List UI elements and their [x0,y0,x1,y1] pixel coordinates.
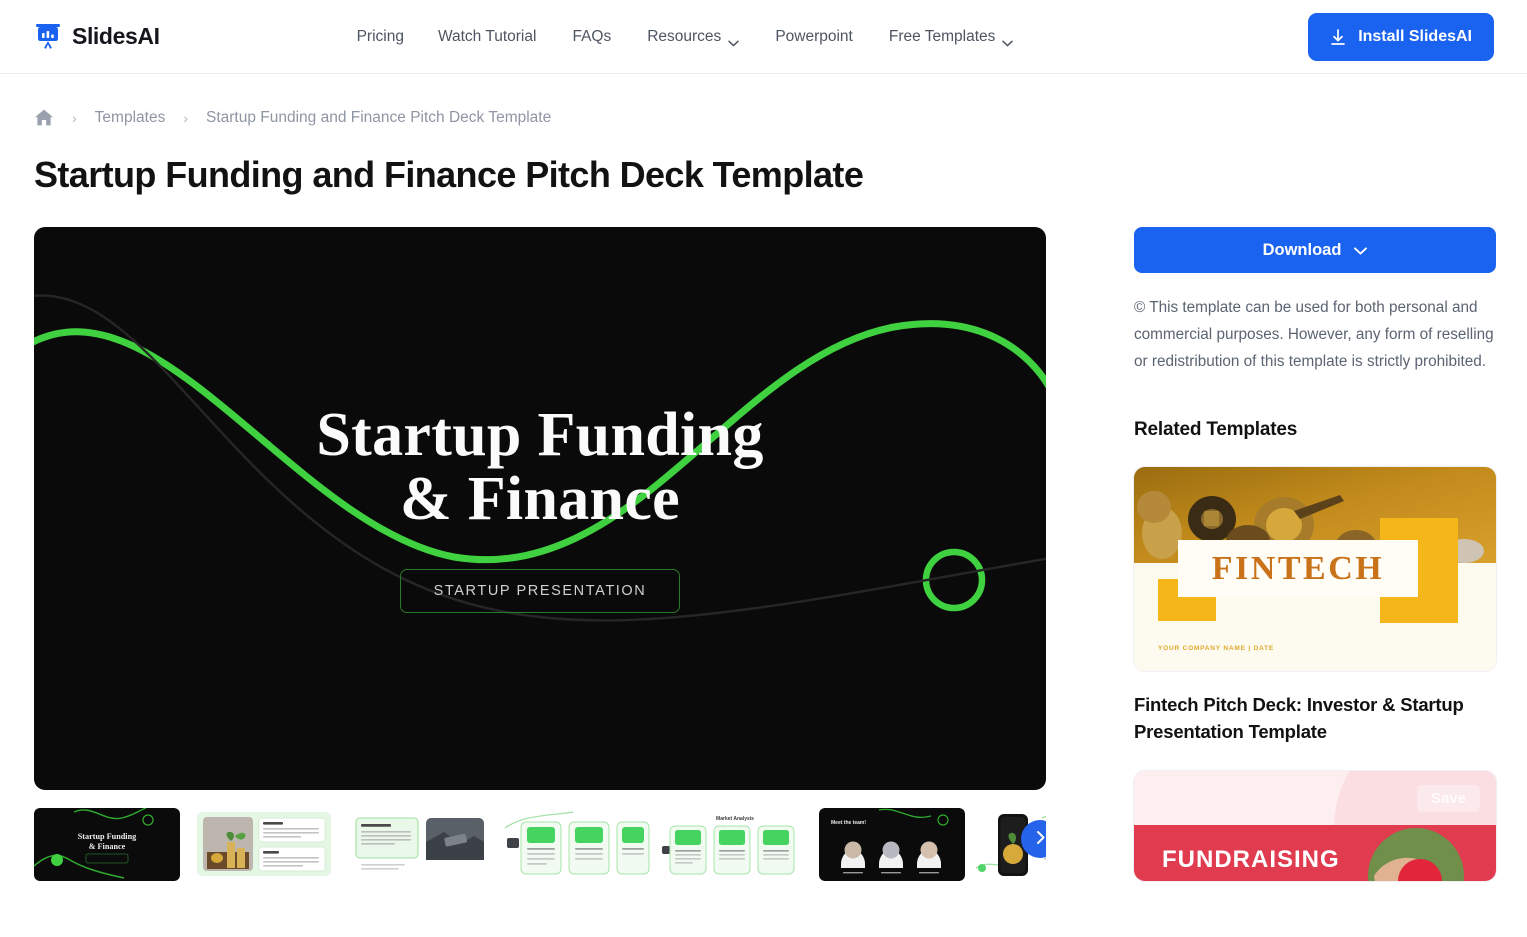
install-slidesai-button[interactable]: Install SlidesAI [1308,13,1494,61]
nav-label: Watch Tutorial [437,27,537,45]
save-button[interactable]: Save [1416,785,1480,813]
main-nav: Pricing Watch Tutorial FAQs Resources Po… [357,27,1047,47]
page-title: Startup Funding and Finance Pitch Deck T… [34,154,864,195]
nav-label: Resources [647,27,722,45]
slide-title-line2: & Finance [400,464,680,533]
breadcrumb-separator: › [183,109,188,126]
thumb-title-slide[interactable]: Startup Funding & Finance [34,808,180,881]
slidesai-presentation-logo-icon [33,22,63,52]
nav-label: FAQs [572,27,612,45]
thumb-problem-statement[interactable] [348,808,494,881]
nav-item-watch-tutorial[interactable]: Watch Tutorial [438,28,573,46]
chevron-down-icon [728,34,740,47]
thumbnail-strip[interactable]: Startup Funding & Finance Market Analysi… [34,808,1046,881]
slide-text-block: Startup Funding & Finance STARTUP PRESEN… [34,227,1046,790]
svg-text:& Finance: & Finance [89,842,126,851]
chevron-down-icon [1002,34,1014,47]
nav-item-powerpoint[interactable]: Powerpoint [775,28,889,46]
svg-text:FUNDRAISING: FUNDRAISING [1162,846,1340,873]
nav-item-pricing[interactable]: Pricing [357,28,438,46]
nav-label: Pricing [356,27,404,45]
preview-column: Startup Funding & Finance STARTUP PRESEN… [34,227,1046,881]
chevron-right-icon [1033,830,1047,848]
download-button[interactable]: Download [1134,227,1496,273]
thumb-market-analysis[interactable]: Market Analysis [662,808,808,881]
related-template-card-fundraising[interactable]: FUNDRAISING Save [1134,771,1496,882]
breadcrumb: › Templates › Startup Funding and Financ… [0,74,1527,127]
download-button-label: Download [1262,240,1342,259]
slide-badge: STARTUP PRESENTATION [399,569,681,614]
nav-item-resources[interactable]: Resources [647,27,775,47]
copyright-notice: © This template can be used for both per… [1134,299,1494,370]
thumb-solution-cards[interactable] [505,808,651,881]
breadcrumb-item-templates[interactable]: Templates [95,109,166,127]
thumb-mission-vision[interactable] [191,808,337,881]
chevron-down-icon [1354,241,1368,260]
related-templates-heading: Related Templates [1134,418,1298,440]
svg-text:Meet the team!: Meet the team! [831,820,866,826]
svg-text:Startup Funding: Startup Funding [78,832,137,841]
nav-item-free-templates[interactable]: Free Templates [888,27,1047,47]
nav-label: Free Templates [888,27,996,45]
thumb-meet-the-team[interactable]: Meet the team! [819,808,965,881]
site-header: SlidesAI Pricing Watch Tutorial FAQs Res… [0,0,1527,74]
main-content: Startup Funding & Finance STARTUP PRESEN… [0,196,1527,882]
sidebar: Download © This template can be used for… [1134,227,1496,882]
brand-name: SlidesAI [72,23,160,49]
breadcrumb-separator: › [72,109,77,126]
svg-text:YOUR COMPANY NAME | DATE: YOUR COMPANY NAME | DATE [1158,645,1274,652]
slide-preview[interactable]: Startup Funding & Finance STARTUP PRESEN… [34,227,1046,790]
nav-label: Powerpoint [775,27,853,45]
related-template-caption-fintech: Fintech Pitch Deck: Investor & Startup P… [1134,693,1464,742]
breadcrumb-item-current: Startup Funding and Finance Pitch Deck T… [206,108,552,126]
slide-title-line1: Startup Funding [316,400,764,469]
install-button-label: Install SlidesAI [1358,28,1472,45]
related-template-card-fintech[interactable]: FINTECH YOUR COMPANY NAME | DATE [1134,466,1496,671]
download-icon [1330,28,1346,46]
svg-text:FINTECH: FINTECH [1212,550,1384,587]
brand-logo[interactable]: SlidesAI [33,22,160,52]
nav-item-faqs[interactable]: FAQs [572,28,647,46]
home-icon[interactable] [34,108,54,127]
svg-text:Market Analysis: Market Analysis [716,816,754,822]
